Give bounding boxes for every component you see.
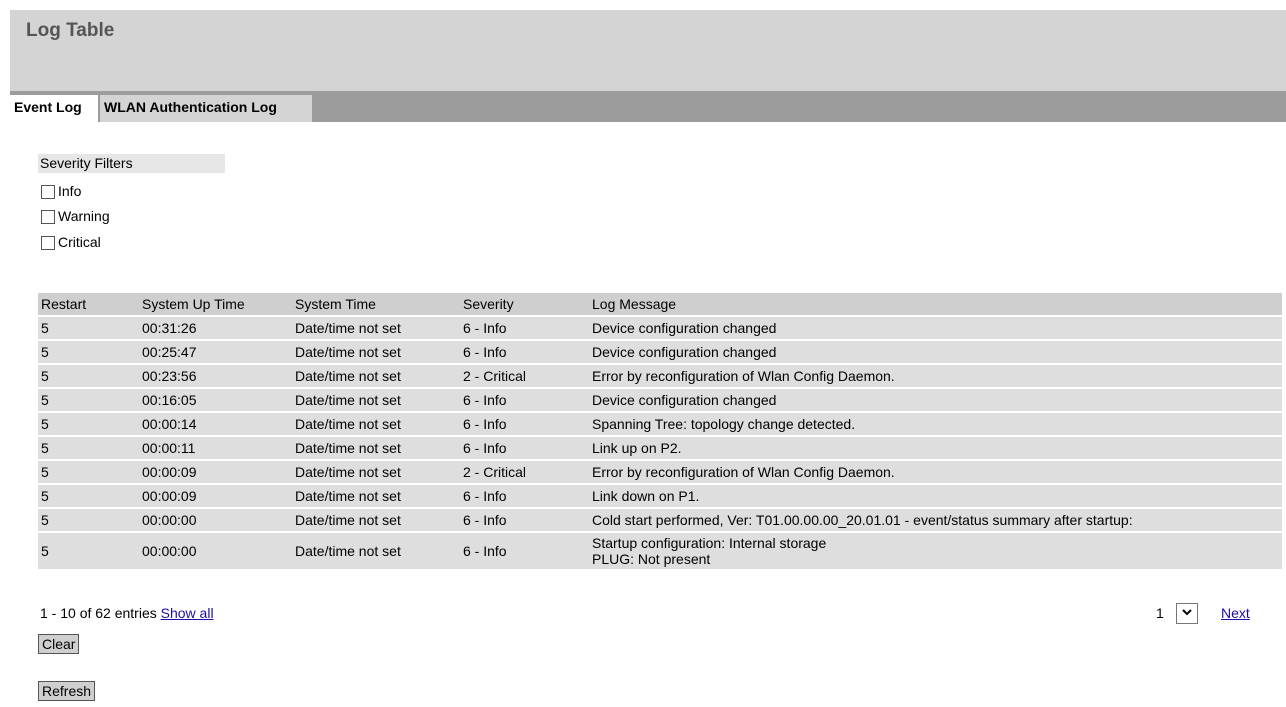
filter-warning[interactable]: Warning xyxy=(41,206,110,226)
cell-system-time: Date/time not set xyxy=(292,389,460,411)
cell-severity: 6 - Info xyxy=(460,533,589,569)
table-row: 5 00:31:26 Date/time not set 6 - Info Device… xyxy=(38,317,1282,339)
cell-severity: 6 - Info xyxy=(460,389,589,411)
chevron-down-icon[interactable] xyxy=(1176,603,1198,624)
cell-log-message: Device configuration changed xyxy=(589,317,1282,339)
cell-system-time: Date/time not set xyxy=(292,413,460,435)
checkbox-info[interactable] xyxy=(41,185,55,199)
clear-button[interactable]: Clear xyxy=(38,634,80,654)
cell-log-message: Error by reconfiguration of Wlan Config … xyxy=(589,461,1282,483)
cell-system-time: Date/time not set xyxy=(292,485,460,507)
next-page-link[interactable]: Next xyxy=(1221,605,1250,621)
filter-info[interactable]: Info xyxy=(41,181,81,201)
cell-log-message: Cold start performed, Ver: T01.00.00.00_… xyxy=(589,509,1282,531)
col-log-message: Log Message xyxy=(589,293,1282,315)
col-severity: Severity xyxy=(460,293,589,315)
cell-system-time: Date/time not set xyxy=(292,341,460,363)
cell-system-time: Date/time not set xyxy=(292,533,460,569)
cell-system-time: Date/time not set xyxy=(292,509,460,531)
log-table: Restart System Up Time System Time Sever… xyxy=(38,291,1282,571)
table-row: 5 00:00:00 Date/time not set 6 - Info Cold s… xyxy=(38,509,1282,531)
cell-system-up-time: 00:00:00 xyxy=(139,509,292,531)
page-header: Log Table xyxy=(10,10,1286,91)
cell-severity: 6 - Info xyxy=(460,437,589,459)
table-row: 5 00:00:14 Date/time not set 6 - Info Spanni… xyxy=(38,413,1282,435)
refresh-button[interactable]: Refresh xyxy=(38,681,96,701)
cell-severity: 6 - Info xyxy=(460,317,589,339)
severity-filters-heading: Severity Filters xyxy=(38,154,225,173)
page-title: Log Table xyxy=(26,20,115,41)
table-row: 5 00:23:56 Date/time not set 2 - Critical Er… xyxy=(38,365,1282,387)
table-row: 5 00:00:11 Date/time not set 6 - Info Link u… xyxy=(38,437,1282,459)
cell-system-up-time: 00:31:26 xyxy=(139,317,292,339)
cell-severity: 2 - Critical xyxy=(460,365,589,387)
table-row: 5 00:00:09 Date/time not set 2 - Critical Er… xyxy=(38,461,1282,483)
cell-restart: 5 xyxy=(38,461,139,483)
cell-log-message: Device configuration changed xyxy=(589,389,1282,411)
show-all-link[interactable]: Show all xyxy=(161,605,214,621)
cell-restart: 5 xyxy=(38,389,139,411)
col-restart: Restart xyxy=(38,293,139,315)
table-row: 5 00:00:00 Date/time not set 6 - Info Startu… xyxy=(38,533,1282,569)
cell-severity: 6 - Info xyxy=(460,485,589,507)
cell-log-message: Device configuration changed xyxy=(589,341,1282,363)
table-header-row: Restart System Up Time System Time Sever… xyxy=(38,293,1282,315)
page-select-value: 1 xyxy=(1156,605,1164,621)
cell-log-message: Link up on P2. xyxy=(589,437,1282,459)
filter-warning-label: Warning xyxy=(58,208,110,224)
cell-system-up-time: 00:16:05 xyxy=(139,389,292,411)
page-select[interactable]: 1 xyxy=(1152,603,1198,624)
cell-system-up-time: 00:00:09 xyxy=(139,461,292,483)
cell-system-up-time: 00:25:47 xyxy=(139,341,292,363)
cell-restart: 5 xyxy=(38,437,139,459)
cell-restart: 5 xyxy=(38,365,139,387)
log-table-body: 5 00:31:26 Date/time not set 6 - Info Device… xyxy=(38,317,1282,569)
table-row: 5 00:16:05 Date/time not set 6 - Info Device… xyxy=(38,389,1282,411)
entries-summary: 1 - 10 of 62 entries Show all xyxy=(40,605,214,621)
cell-restart: 5 xyxy=(38,413,139,435)
cell-log-message: Spanning Tree: topology change detected. xyxy=(589,413,1282,435)
cell-restart: 5 xyxy=(38,341,139,363)
checkbox-warning[interactable] xyxy=(41,210,55,224)
cell-log-message: Startup configuration: Internal storage … xyxy=(589,533,1282,569)
cell-log-message: Error by reconfiguration of Wlan Config … xyxy=(589,365,1282,387)
cell-system-time: Date/time not set xyxy=(292,437,460,459)
checkbox-critical[interactable] xyxy=(41,236,55,250)
cell-severity: 6 - Info xyxy=(460,509,589,531)
tab-wlan-authentication-log[interactable]: WLAN Authentication Log xyxy=(100,95,312,122)
cell-system-up-time: 00:00:09 xyxy=(139,485,292,507)
cell-system-time: Date/time not set xyxy=(292,317,460,339)
table-row: 5 00:00:09 Date/time not set 6 - Info Link d… xyxy=(38,485,1282,507)
cell-system-up-time: 00:00:00 xyxy=(139,533,292,569)
cell-severity: 6 - Info xyxy=(460,341,589,363)
cell-system-time: Date/time not set xyxy=(292,461,460,483)
cell-log-message: Link down on P1. xyxy=(589,485,1282,507)
col-system-time: System Time xyxy=(292,293,460,315)
filter-info-label: Info xyxy=(58,183,82,199)
tab-event-log[interactable]: Event Log xyxy=(10,95,98,122)
cell-severity: 6 - Info xyxy=(460,413,589,435)
entries-count: 1 - 10 of 62 entries xyxy=(40,605,157,621)
cell-restart: 5 xyxy=(38,317,139,339)
cell-severity: 2 - Critical xyxy=(460,461,589,483)
col-system-up-time: System Up Time xyxy=(139,293,292,315)
cell-restart: 5 xyxy=(38,509,139,531)
cell-restart: 5 xyxy=(38,485,139,507)
tab-bar: Event Log WLAN Authentication Log xyxy=(10,91,1286,122)
cell-system-time: Date/time not set xyxy=(292,365,460,387)
table-row: 5 00:25:47 Date/time not set 6 - Info Device… xyxy=(38,341,1282,363)
cell-system-up-time: 00:00:11 xyxy=(139,437,292,459)
cell-system-up-time: 00:00:14 xyxy=(139,413,292,435)
filter-critical-label: Critical xyxy=(58,234,101,250)
cell-system-up-time: 00:23:56 xyxy=(139,365,292,387)
cell-restart: 5 xyxy=(38,533,139,569)
filter-critical[interactable]: Critical xyxy=(41,232,101,252)
